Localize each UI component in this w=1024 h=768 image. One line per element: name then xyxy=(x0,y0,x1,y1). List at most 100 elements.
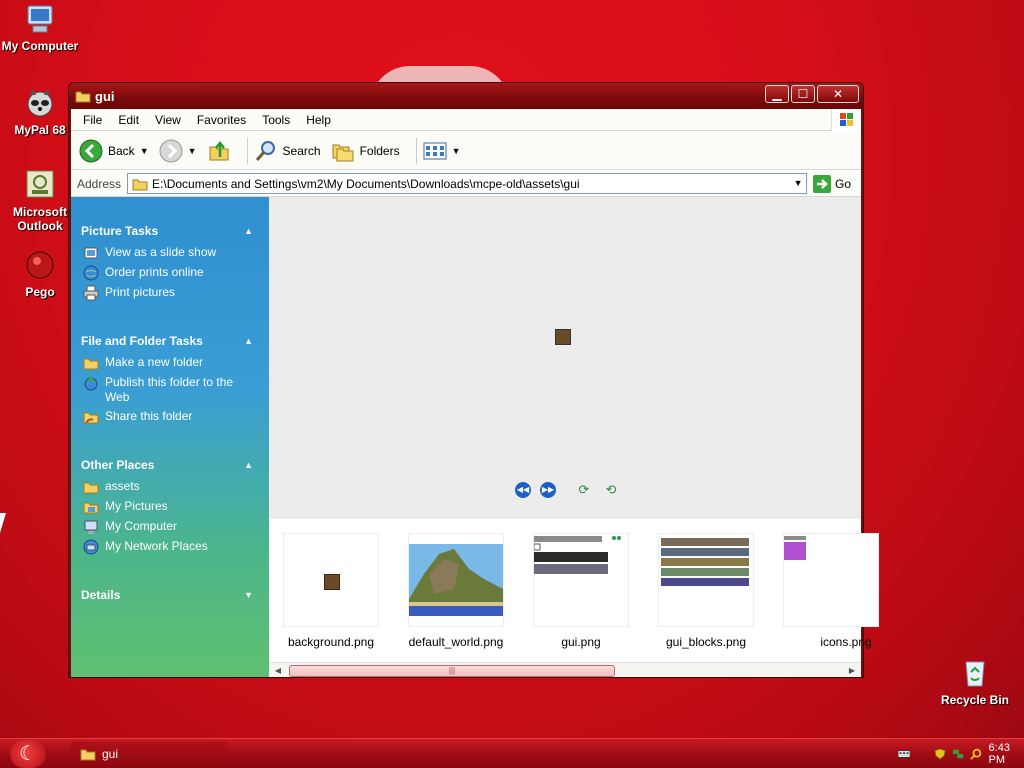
views-button[interactable]: ▼ xyxy=(423,141,461,161)
place-assets[interactable]: assets xyxy=(83,479,257,495)
place-my-network[interactable]: My Network Places xyxy=(83,539,257,555)
search-label: Search xyxy=(282,143,321,158)
views-icon xyxy=(423,142,447,159)
collapse-arrow-icon[interactable]: ▲ xyxy=(244,455,253,475)
file-name: icons.png xyxy=(820,635,872,649)
address-dropdown-arrow[interactable]: ▼ xyxy=(790,174,806,193)
file-name: background.png xyxy=(287,635,375,649)
chevron-down-icon[interactable]: ▼ xyxy=(140,146,149,156)
address-input[interactable]: E:\Documents and Settings\vm2\My Documen… xyxy=(127,173,808,194)
desktop-icon-label: My Computer xyxy=(1,39,79,53)
task-label: Order prints online xyxy=(105,265,204,279)
menu-view[interactable]: View xyxy=(147,113,189,127)
search-icon xyxy=(255,140,275,161)
taskbar: ☾ gui 6:43 PM xyxy=(0,738,1024,768)
back-arrow-icon xyxy=(79,139,103,162)
previous-image-icon[interactable]: ◀◀ xyxy=(515,482,531,498)
task-share-folder[interactable]: Share this folder xyxy=(83,409,257,425)
minimize-button[interactable]: ▁ xyxy=(765,85,789,103)
rotate-clockwise-icon[interactable]: ⟳ xyxy=(575,482,593,498)
close-button[interactable]: ✕ xyxy=(817,85,859,103)
thumbnail-image xyxy=(783,533,879,627)
network-icon xyxy=(83,539,99,555)
next-image-icon[interactable]: ▶▶ xyxy=(540,482,556,498)
section-title: Picture Tasks xyxy=(81,224,159,238)
details-section: Details ▼ xyxy=(81,585,257,605)
place-label: My Computer xyxy=(105,519,178,533)
toolbar-separator xyxy=(415,137,417,164)
search-icon[interactable] xyxy=(970,747,982,761)
title-bar[interactable]: gui ▁ ☐ ✕ xyxy=(69,83,863,109)
address-label: Address xyxy=(77,176,122,191)
scroll-thumb[interactable]: ||| xyxy=(289,665,615,677)
forward-button[interactable]: ▼ xyxy=(159,139,197,163)
desktop-icon-my-computer[interactable]: My Computer xyxy=(0,2,80,53)
computer-icon xyxy=(23,2,57,36)
computer-icon xyxy=(84,520,98,534)
go-arrow-icon xyxy=(813,174,832,193)
file-name: default_world.png xyxy=(408,635,504,649)
up-folder-icon xyxy=(209,140,229,160)
preview-image xyxy=(555,329,571,345)
task-label: Share this folder xyxy=(105,409,193,423)
horizontal-scrollbar[interactable]: ◀ ||| ▶ xyxy=(269,662,861,677)
up-folder-button[interactable] xyxy=(207,139,231,163)
chevron-down-icon[interactable]: ▼ xyxy=(452,146,461,156)
task-order-prints[interactable]: Order prints online xyxy=(83,265,257,281)
thumbnail-background[interactable]: background.png xyxy=(283,533,379,649)
task-label: Publish this folder to the Web xyxy=(105,375,234,404)
collapse-arrow-icon[interactable]: ▲ xyxy=(244,221,253,241)
file-name: gui_blocks.png xyxy=(665,635,747,649)
task-print-pictures[interactable]: Print pictures xyxy=(83,285,257,301)
thumbnail-image xyxy=(658,533,754,627)
network-icon[interactable] xyxy=(952,747,964,761)
picture-tasks-header[interactable]: Picture Tasks ▲ xyxy=(81,221,257,241)
thumbnail-gui-blocks[interactable]: gui_blocks.png xyxy=(658,533,754,649)
task-publish-web[interactable]: Publish this folder to the Web xyxy=(83,375,257,405)
menu-edit[interactable]: Edit xyxy=(110,113,147,127)
explorer-window: gui ▁ ☐ ✕ File Edit View Favorites Tools… xyxy=(68,82,879,678)
task-new-folder[interactable]: Make a new folder xyxy=(83,355,257,371)
security-shield-icon[interactable] xyxy=(934,747,946,761)
folder-icon xyxy=(80,749,96,761)
menu-help[interactable]: Help xyxy=(298,113,339,127)
share-folder-icon xyxy=(83,412,99,424)
go-button[interactable]: Go xyxy=(813,174,851,193)
taskbar-window-button[interactable]: gui xyxy=(70,742,228,766)
keyboard-icon[interactable] xyxy=(898,747,911,761)
file-folder-tasks-header[interactable]: File and Folder Tasks ▲ xyxy=(81,331,257,351)
task-label: Print pictures xyxy=(105,285,176,299)
thumbnail-gui[interactable]: gui.png xyxy=(533,533,629,649)
thumbnail-icons[interactable]: icons.png xyxy=(783,533,879,649)
pictures-folder-icon xyxy=(83,502,99,514)
expand-arrow-icon[interactable]: ▼ xyxy=(244,585,253,605)
folder-icon xyxy=(132,179,148,190)
folders-button[interactable]: Folders xyxy=(331,139,400,163)
maximize-button[interactable]: ☐ xyxy=(791,85,815,103)
desktop-icon-recycle-bin[interactable]: Recycle Bin xyxy=(935,656,1015,707)
place-my-computer[interactable]: My Computer xyxy=(83,519,257,535)
other-places-header[interactable]: Other Places ▲ xyxy=(81,455,257,475)
place-label: My Pictures xyxy=(105,499,168,513)
image-preview: ◀◀ ▶▶ ⟳ ⟲ xyxy=(269,197,861,519)
chevron-down-icon[interactable]: ▼ xyxy=(188,146,197,156)
thumbnail-image xyxy=(283,533,379,627)
search-button[interactable]: Search xyxy=(254,139,321,163)
scroll-left-arrow[interactable]: ◀ xyxy=(271,664,285,677)
menu-favorites[interactable]: Favorites xyxy=(189,113,254,127)
start-button[interactable]: ☾ xyxy=(10,740,46,768)
task-pane: Picture Tasks ▲ View as a slide show Ord… xyxy=(71,197,269,677)
task-view-slideshow[interactable]: View as a slide show xyxy=(83,245,257,261)
menu-file[interactable]: File xyxy=(75,113,110,127)
back-button[interactable]: Back ▼ xyxy=(79,139,149,163)
mouse-cursor-icon xyxy=(0,513,6,533)
place-my-pictures[interactable]: My Pictures xyxy=(83,499,257,515)
menu-tools[interactable]: Tools xyxy=(254,113,298,127)
thumbnail-default-world[interactable]: default_world.png xyxy=(408,533,504,649)
rotate-counterclockwise-icon[interactable]: ⟲ xyxy=(602,482,620,498)
clock[interactable]: 6:43 PM xyxy=(989,742,1024,766)
scroll-right-arrow[interactable]: ▶ xyxy=(845,664,859,677)
collapse-arrow-icon[interactable]: ▲ xyxy=(244,331,253,351)
toolbar-separator xyxy=(246,137,248,164)
details-header[interactable]: Details ▼ xyxy=(81,585,257,605)
